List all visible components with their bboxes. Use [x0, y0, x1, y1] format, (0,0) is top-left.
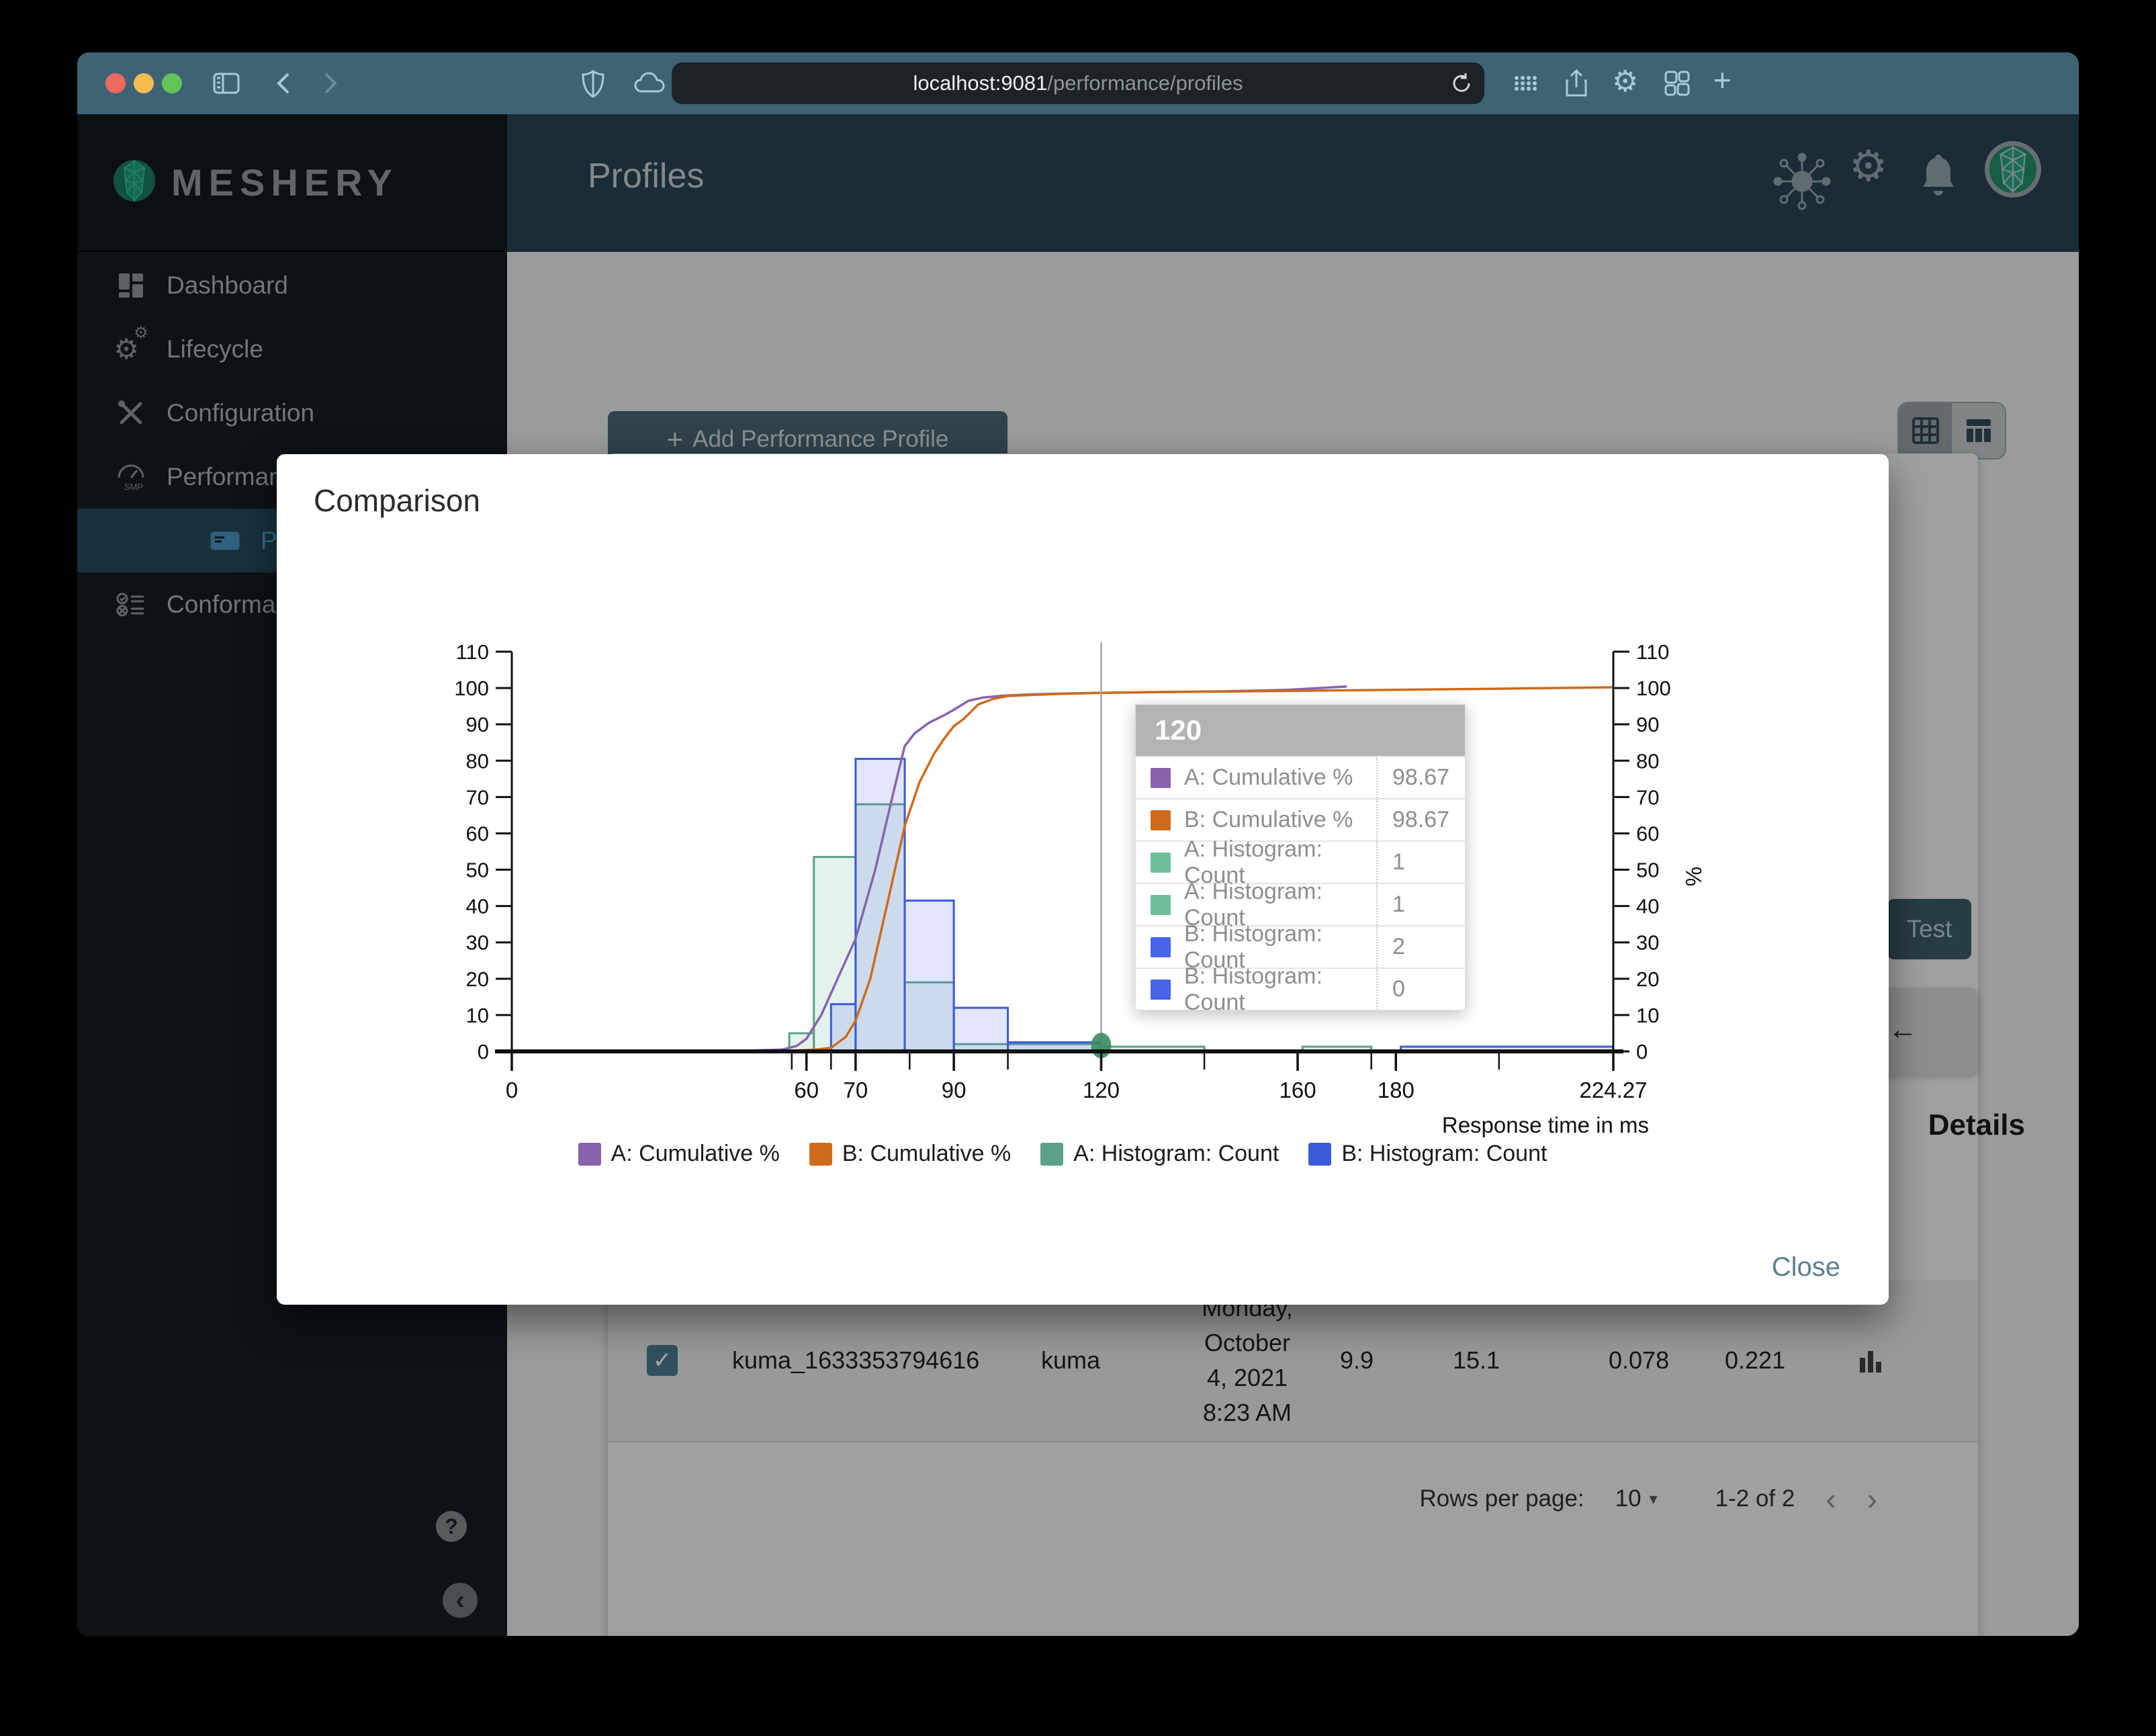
svg-text:10: 10 — [466, 1004, 489, 1027]
sidebar-toggle-icon[interactable] — [212, 69, 241, 101]
tooltip-swatch — [1151, 852, 1171, 873]
svg-text:60: 60 — [794, 1078, 819, 1102]
svg-text:224.27: 224.27 — [1580, 1078, 1648, 1102]
privacy-shield-icon[interactable] — [580, 69, 607, 103]
svg-text:10: 10 — [1636, 1004, 1659, 1027]
tooltip-row: A: Histogram: Count 1 — [1136, 836, 1465, 888]
tooltip-swatch — [1151, 810, 1171, 830]
share-icon[interactable] — [1562, 69, 1591, 103]
tooltip-row: A: Cumulative % 98.67 — [1136, 756, 1465, 798]
tooltip-row: B: Histogram: Count 2 — [1136, 921, 1465, 973]
svg-text:0: 0 — [478, 1040, 489, 1064]
tab-overview-icon[interactable] — [1511, 69, 1541, 101]
tooltip-swatch — [1151, 767, 1171, 788]
svg-text:70: 70 — [844, 1078, 868, 1102]
tooltip-swatch — [1151, 979, 1171, 1000]
browser-window: localhost:9081/performance/profiles ⚙ + … — [77, 52, 2079, 1636]
svg-text:30: 30 — [1636, 931, 1659, 955]
tab-groups-icon[interactable] — [1662, 69, 1692, 101]
svg-text:20: 20 — [466, 967, 489, 991]
tooltip-title: 120 — [1136, 705, 1465, 756]
svg-text:110: 110 — [456, 640, 489, 664]
legend-item[interactable]: A: Histogram: Count — [1040, 1141, 1279, 1167]
address-bar[interactable]: localhost:9081/performance/profiles — [672, 62, 1484, 104]
close-window-button[interactable] — [105, 73, 126, 93]
legend-swatch-a-histogram — [1040, 1142, 1064, 1166]
svg-text:0: 0 — [1636, 1040, 1648, 1064]
dialog-title: Comparison — [314, 483, 480, 518]
svg-text:100: 100 — [454, 677, 489, 700]
svg-text:100: 100 — [1636, 677, 1671, 700]
browser-titlebar: localhost:9081/performance/profiles ⚙ + — [77, 52, 2079, 114]
legend-swatch-a-cumulative — [578, 1142, 601, 1166]
tooltip-swatch — [1151, 894, 1171, 915]
zoom-window-button[interactable] — [162, 73, 182, 93]
svg-text:40: 40 — [466, 895, 489, 918]
svg-text:70: 70 — [466, 785, 489, 809]
svg-text:180: 180 — [1378, 1078, 1414, 1102]
tooltip-swatch — [1151, 937, 1171, 957]
svg-text:60: 60 — [1636, 822, 1659, 845]
tooltip-row: B: Histogram: Count 0 — [1136, 963, 1465, 1015]
url-path: /performance/profiles — [1047, 71, 1243, 95]
new-tab-icon[interactable]: + — [1713, 62, 1732, 98]
back-icon[interactable] — [271, 69, 298, 101]
svg-text:80: 80 — [1636, 749, 1659, 773]
close-dialog-button[interactable]: Close — [1772, 1252, 1840, 1283]
comparison-dialog: Comparison 0 0 10 10 20 20 30 30 40 40 50 50 60 60 70 7… — [277, 454, 1889, 1305]
legend-item[interactable]: A: Cumulative % — [578, 1141, 780, 1167]
legend-swatch-b-cumulative — [809, 1142, 832, 1166]
svg-text:50: 50 — [466, 859, 489, 882]
cloud-icon[interactable] — [633, 69, 666, 101]
svg-text:40: 40 — [1636, 895, 1659, 918]
svg-text:30: 30 — [466, 931, 489, 955]
legend-item[interactable]: B: Histogram: Count — [1308, 1141, 1547, 1167]
forward-icon[interactable] — [316, 69, 343, 101]
svg-text:110: 110 — [1636, 640, 1669, 664]
chart-tooltip: 120 A: Cumulative % 98.67 B: Cumulative … — [1135, 704, 1466, 1015]
svg-text:%: % — [1681, 867, 1706, 886]
tooltip-row: B: Cumulative % 98.67 — [1136, 798, 1465, 840]
minimize-window-button[interactable] — [134, 73, 154, 93]
svg-text:0: 0 — [506, 1078, 518, 1102]
svg-text:90: 90 — [942, 1078, 967, 1102]
legend-item[interactable]: B: Cumulative % — [809, 1141, 1011, 1167]
settings-gear-icon[interactable]: ⚙ — [1612, 64, 1638, 99]
svg-text:60: 60 — [466, 822, 489, 845]
svg-text:Response time in ms: Response time in ms — [1442, 1113, 1649, 1137]
svg-text:70: 70 — [1636, 785, 1659, 809]
url-host: localhost:9081 — [913, 71, 1048, 95]
reload-icon[interactable] — [1449, 71, 1474, 101]
chart-legend: A: Cumulative % B: Cumulative % A: Histo… — [431, 1141, 1694, 1167]
svg-text:50: 50 — [1636, 859, 1659, 882]
legend-swatch-b-histogram — [1308, 1142, 1332, 1166]
svg-text:80: 80 — [466, 749, 489, 773]
svg-text:120: 120 — [1083, 1078, 1120, 1102]
tooltip-row: A: Histogram: Count 1 — [1136, 879, 1465, 930]
svg-text:160: 160 — [1279, 1078, 1316, 1102]
svg-text:20: 20 — [1636, 967, 1659, 991]
svg-text:90: 90 — [1636, 713, 1659, 736]
svg-text:90: 90 — [466, 713, 489, 736]
